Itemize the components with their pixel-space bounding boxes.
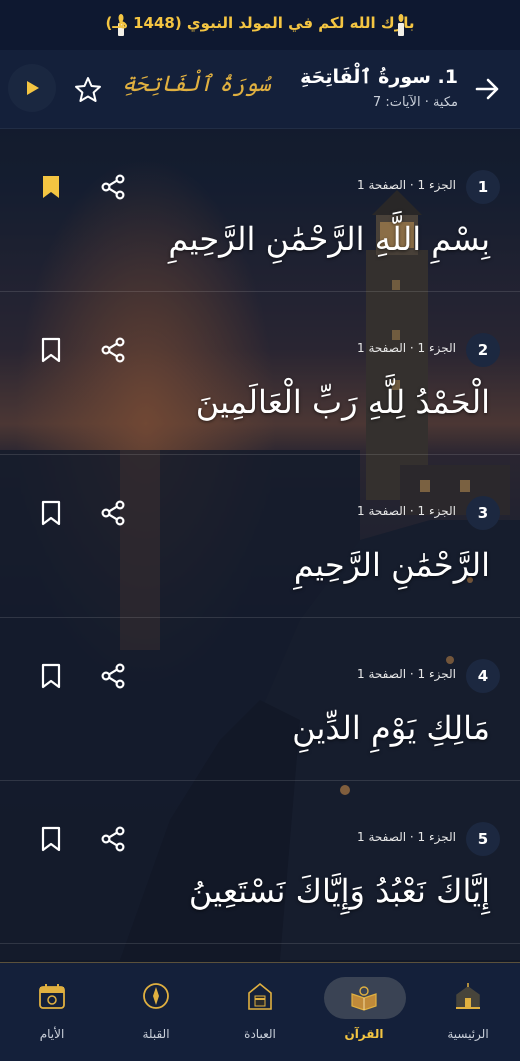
bookmark-icon[interactable] bbox=[40, 826, 62, 852]
quran-icon bbox=[351, 986, 377, 1011]
banner-text: بارك الله لكم في المولد النبوي (1448 هـ) bbox=[105, 14, 415, 32]
verse-text: الرَّحْمَٰنِ الرَّحِيمِ bbox=[293, 546, 490, 584]
verse-row[interactable]: 2 الجزء 1 · الصفحة 1 الْحَمْدُ لِلَّهِ رَب… bbox=[0, 291, 520, 455]
surah-title: 1. سورةُ ٱلْفَاتِحَةِ bbox=[300, 66, 458, 88]
kaaba-icon bbox=[248, 982, 272, 1010]
back-arrow-icon[interactable] bbox=[472, 74, 502, 104]
surah-calligraphy: سُورَةُ ٱلْفَاتِحَةِ bbox=[122, 72, 271, 97]
nav-quran-label: القرآن bbox=[344, 1027, 384, 1041]
nav-days-label: الأيام bbox=[39, 1027, 65, 1041]
nav-home-label: الرئيسية bbox=[447, 1027, 489, 1041]
play-icon bbox=[27, 81, 39, 95]
verse-meta: الجزء 1 · الصفحة 1 bbox=[356, 830, 456, 844]
mosque-icon bbox=[456, 983, 480, 1009]
verse-row[interactable]: 5 الجزء 1 · الصفحة 1 إِيَّاكَ نَعْبُدُ وَإ… bbox=[0, 780, 520, 944]
bottom-navbar: الرئيسية القرآن العبادة القبلة الأيام bbox=[0, 962, 520, 1061]
verse-row[interactable]: 3 الجزء 1 · الصفحة 1 الرَّحْمَٰنِ الرَّحِي… bbox=[0, 454, 520, 618]
share-icon[interactable] bbox=[100, 500, 126, 526]
bookmark-icon[interactable] bbox=[40, 663, 62, 689]
star-icon[interactable] bbox=[74, 76, 102, 104]
bookmark-icon[interactable] bbox=[40, 174, 62, 200]
verse-text: إِيَّاكَ نَعْبُدُ وَإِيَّاكَ نَسْتَعِينُ bbox=[188, 872, 490, 910]
share-icon[interactable] bbox=[100, 174, 126, 200]
verse-number-badge: 3 bbox=[466, 496, 500, 530]
share-icon[interactable] bbox=[100, 663, 126, 689]
verse-number-badge: 1 bbox=[466, 170, 500, 204]
surah-meta: مكية · الآيات: 7 bbox=[372, 95, 458, 110]
verse-meta: الجزء 1 · الصفحة 1 bbox=[356, 341, 456, 355]
nav-days[interactable]: الأيام bbox=[0, 963, 104, 1061]
verse-text: مَالِكِ يَوْمِ الدِّينِ bbox=[292, 709, 490, 747]
nav-worship-label: العبادة bbox=[244, 1027, 276, 1041]
verse-row[interactable]: 4 الجزء 1 · الصفحة 1 مَالِكِ يَوْمِ الدِّي… bbox=[0, 617, 520, 781]
verse-text: الْحَمْدُ لِلَّهِ رَبِّ الْعَالَمِينَ bbox=[195, 383, 490, 421]
candle-icon bbox=[398, 14, 404, 36]
announcement-banner: بارك الله لكم في المولد النبوي (1448 هـ) bbox=[0, 0, 520, 50]
share-icon[interactable] bbox=[100, 826, 126, 852]
verse-meta: الجزء 1 · الصفحة 1 bbox=[356, 178, 456, 192]
share-icon[interactable] bbox=[100, 337, 126, 363]
nav-worship[interactable]: العبادة bbox=[208, 963, 312, 1061]
bookmark-icon[interactable] bbox=[40, 337, 62, 363]
compass-icon bbox=[143, 983, 169, 1009]
verse-meta: الجزء 1 · الصفحة 1 bbox=[356, 667, 456, 681]
play-button[interactable] bbox=[8, 64, 56, 112]
verse-number-badge: 4 bbox=[466, 659, 500, 693]
nav-qibla-label: القبلة bbox=[142, 1027, 170, 1041]
nav-home[interactable]: الرئيسية bbox=[416, 963, 520, 1061]
calendar-icon bbox=[39, 984, 65, 1009]
nav-qibla[interactable]: القبلة bbox=[104, 963, 208, 1061]
nav-quran[interactable]: القرآن bbox=[312, 963, 416, 1061]
verse-number-badge: 2 bbox=[466, 333, 500, 367]
verse-number-badge: 5 bbox=[466, 822, 500, 856]
verse-meta: الجزء 1 · الصفحة 1 bbox=[356, 504, 456, 518]
verse-row[interactable]: 1 الجزء 1 · الصفحة 1 بِسْمِ اللَّهِ الرَّح… bbox=[0, 128, 520, 292]
bookmark-icon[interactable] bbox=[40, 500, 62, 526]
verse-text: بِسْمِ اللَّهِ الرَّحْمَٰنِ الرَّحِيمِ bbox=[168, 220, 490, 258]
